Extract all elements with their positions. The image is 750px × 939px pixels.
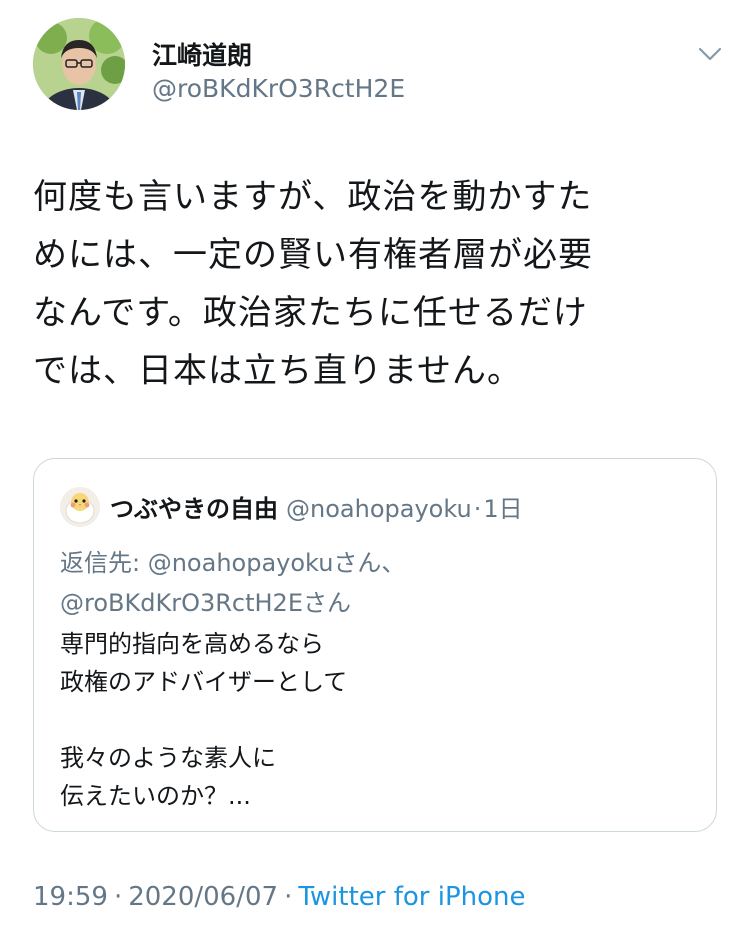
tweet-line: では、日本は立ち直りません。 <box>33 351 522 391</box>
separator-dot: · <box>284 882 293 912</box>
quoted-text: 専門的指向を高めるなら 政権のアドバイザーとして 我々のような素人に 伝えたいの… <box>60 625 347 815</box>
reply-mention-2[interactable]: @roBKdKrO3RctH2E <box>60 589 303 617</box>
author-avatar[interactable] <box>33 18 125 110</box>
reply-prefix: 返信先: <box>60 549 148 577</box>
tweet-date[interactable]: 2020/06/07 <box>128 882 278 912</box>
source-link[interactable]: Twitter for iPhone <box>298 882 525 912</box>
quoted-tweet[interactable]: つぶやきの自由 @noahopayoku·1日 返信先: @noahopayoku… <box>33 458 717 832</box>
quoted-line: 政権のアドバイザーとして <box>60 668 348 696</box>
quoted-line <box>60 701 347 739</box>
quoted-timestamp[interactable]: 1日 <box>483 495 522 523</box>
profile-photo-icon <box>33 18 125 110</box>
quoted-author-name[interactable]: つぶやきの自由 <box>110 495 278 523</box>
quoted-avatar <box>60 487 100 527</box>
tweet-line: 何度も言いますが、政治を動かすた <box>33 177 593 217</box>
quoted-header: つぶやきの自由 @noahopayoku·1日 <box>110 489 523 524</box>
quoted-author-handle[interactable]: @noahopayoku <box>286 495 472 523</box>
tweet-line: めには、一定の賢い有権者層が必要 <box>33 235 593 275</box>
tweet-text: 何度も言いますが、政治を動かすた めには、一定の賢い有権者層が必要 なんです。政… <box>33 168 713 400</box>
reply-to-info: 返信先: @noahopayokuさん、 @roBKdKrO3RctH2Eさん <box>60 543 700 623</box>
tweet-metadata: 19:59 · 2020/06/07 · Twitter for iPhone <box>33 882 526 912</box>
reply-suffix-1: さん、 <box>333 549 406 577</box>
author-handle[interactable]: @roBKdKrO3RctH2E <box>152 74 405 103</box>
chevron-down-icon[interactable] <box>697 44 723 64</box>
reply-suffix-2: さん <box>303 589 351 617</box>
tweet-time[interactable]: 19:59 <box>33 882 108 912</box>
tweet-line: なんです。政治家たちに任せるだけ <box>33 293 588 333</box>
separator-dot: · <box>473 495 482 523</box>
reply-mention-1[interactable]: @noahopayoku <box>148 549 334 577</box>
author-name[interactable]: 江崎道朗 <box>152 36 252 72</box>
bird-avatar-icon <box>60 487 100 527</box>
separator-dot: · <box>113 882 123 912</box>
tweet-header: 江崎道朗 @roBKdKrO3RctH2E <box>33 18 723 128</box>
quoted-line: 伝えたいのか？... <box>60 782 251 810</box>
quoted-line: 我々のような素人に <box>60 744 276 772</box>
quoted-line: 専門的指向を高めるなら <box>60 630 324 658</box>
